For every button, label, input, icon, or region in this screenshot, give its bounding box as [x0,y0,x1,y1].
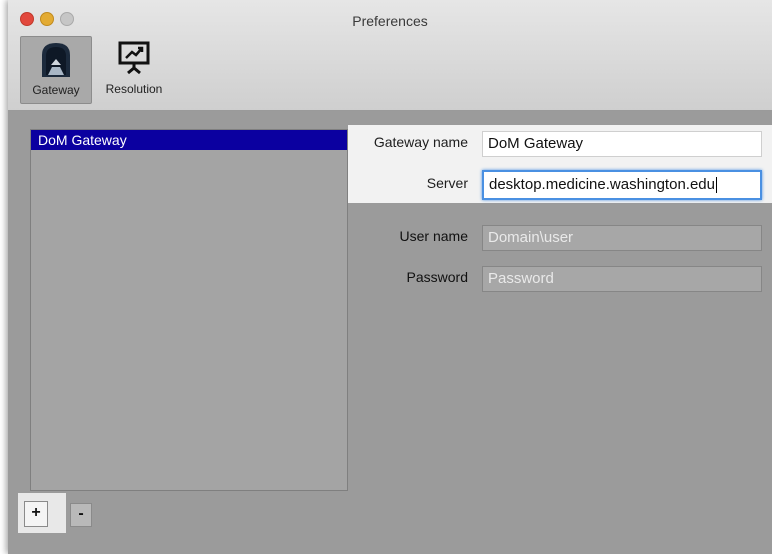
window-title: Preferences [352,13,428,29]
server-label: Server [426,175,468,191]
password-field[interactable]: Password [482,266,762,292]
monitor-icon [117,40,151,79]
password-placeholder: Password [488,270,554,287]
tab-gateway[interactable]: Gateway [20,36,92,104]
content-area: DoM Gateway + - Gateway name DoM Gateway… [8,111,772,554]
gateway-icon [39,41,73,82]
add-gateway-button[interactable]: + [24,501,48,527]
list-item[interactable]: DoM Gateway [31,130,347,150]
username-label: User name [399,228,468,244]
preferences-window: Preferences Gateway Resolution DoM Gatew… [8,0,772,554]
tab-gateway-label: Gateway [32,83,80,97]
server-field[interactable]: desktop.medicine.washington.edu [482,170,762,200]
password-label: Password [406,269,468,285]
tab-resolution-label: Resolution [105,82,163,96]
remove-gateway-button[interactable]: - [70,503,92,527]
gateway-name-field[interactable]: DoM Gateway [482,131,762,157]
tab-resolution[interactable]: Resolution [96,36,172,102]
gateway-name-value: DoM Gateway [488,135,584,152]
titlebar: Preferences Gateway Resolution [8,0,772,111]
username-field[interactable]: Domain\user [482,225,762,251]
username-placeholder: Domain\user [488,229,574,246]
server-value: desktop.medicine.washington.edu [489,176,715,193]
text-caret [715,177,717,194]
gateway-list[interactable]: DoM Gateway [30,129,348,491]
gateway-name-label: Gateway name [373,134,468,150]
